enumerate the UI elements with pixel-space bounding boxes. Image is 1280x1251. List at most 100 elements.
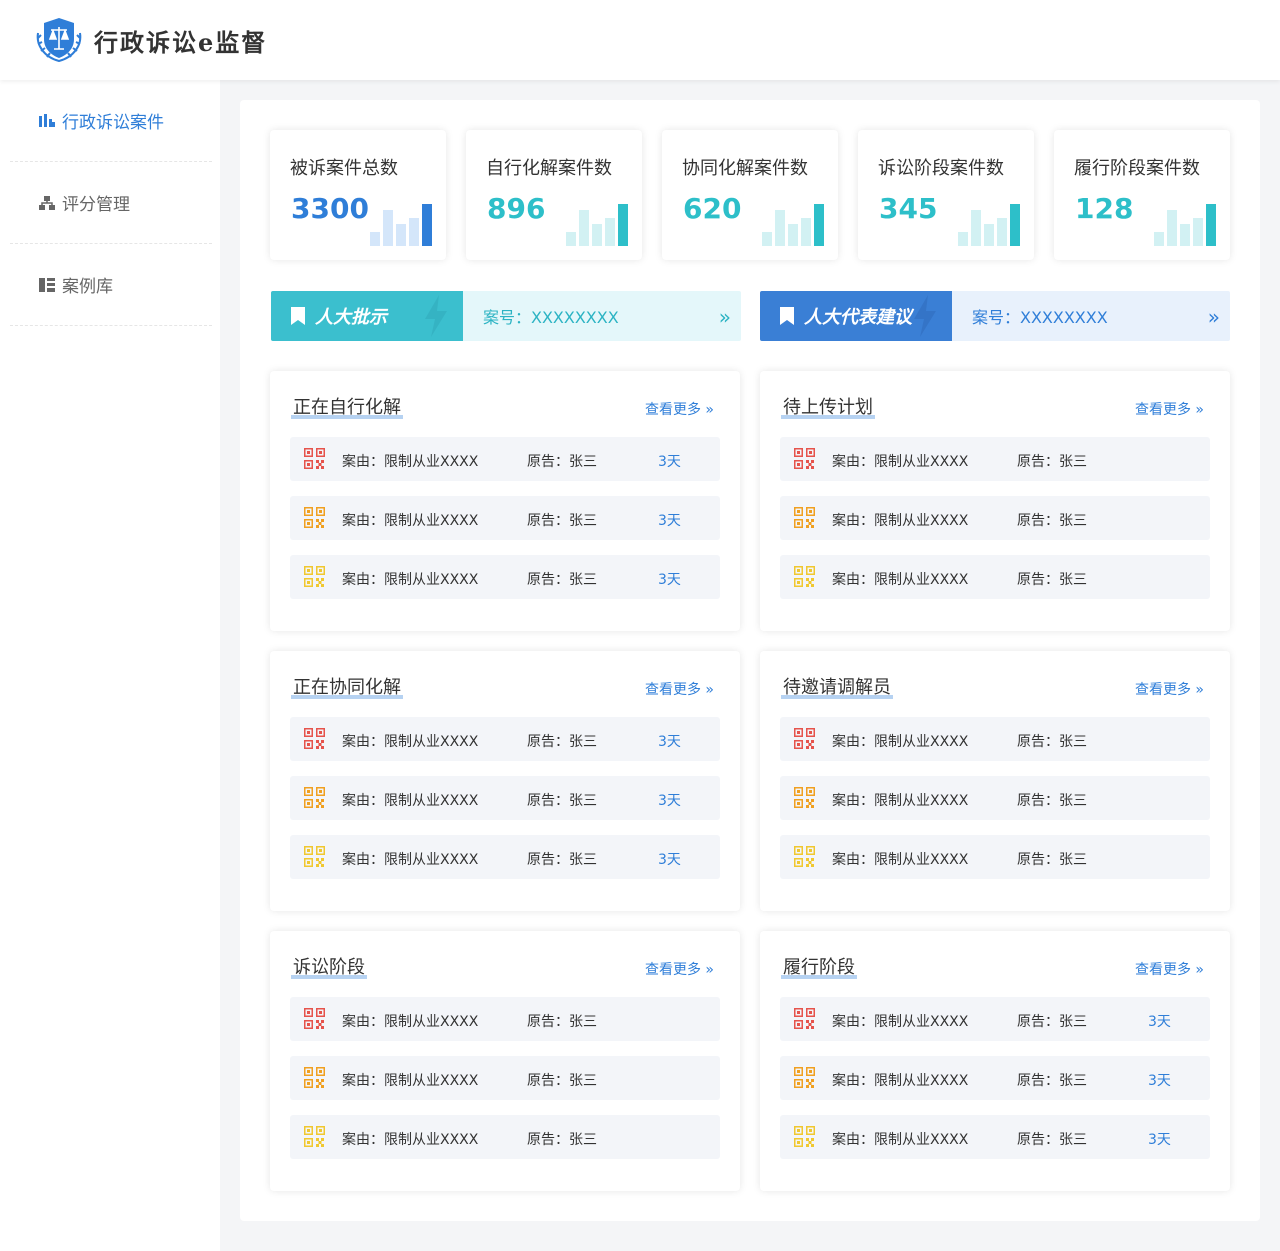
list-item[interactable]: 案由：限制从业XXXX 原告：张三 [780, 437, 1210, 481]
shield-scales-icon [32, 15, 86, 65]
qr-code-icon [304, 507, 325, 528]
list-item[interactable]: 案由：限制从业XXXX 原告：张三 [780, 835, 1210, 879]
list-item[interactable]: 案由：限制从业XXXX 原告：张三 [290, 997, 720, 1041]
panel-title: 待邀请调解员 [781, 673, 893, 699]
list-item[interactable]: 案由：限制从业XXXX 原告：张三 [290, 1056, 720, 1100]
list-item[interactable]: 案由：限制从业XXXX 原告：张三 3天 [290, 717, 720, 761]
days-remaining: 3天 [1148, 1073, 1171, 1089]
case-reason: 案由：限制从业XXXX [832, 793, 969, 809]
double-chevron-right-icon: » [700, 962, 714, 978]
view-more-link[interactable]: 查看更多 » [1135, 399, 1204, 419]
stat-card-co-resolved[interactable]: 协同化解案件数 620 [662, 130, 838, 260]
stat-card-enforcement[interactable]: 履行阶段案件数 128 [1054, 130, 1230, 260]
bookmark-icon [291, 307, 305, 325]
plaintiff: 原告：张三 [527, 852, 597, 868]
case-reason: 案由：限制从业XXXX [342, 1132, 479, 1148]
qr-code-icon [794, 1126, 815, 1147]
sidebar-item-case-library[interactable]: 案例库 [10, 244, 212, 326]
list-item[interactable]: 案由：限制从业XXXX 原告：张三 [780, 496, 1210, 540]
list-item[interactable]: 案由：限制从业XXXX 原告：张三 3天 [780, 1056, 1210, 1100]
list-item[interactable]: 案由：限制从业XXXX 原告：张三 3天 [290, 555, 720, 599]
plaintiff: 原告：张三 [1017, 793, 1087, 809]
list-item[interactable]: 案由：限制从业XXXX 原告：张三 [290, 1115, 720, 1159]
sidebar-item-scoring[interactable]: 评分管理 [10, 162, 212, 244]
main-content: 被诉案件总数 3300 自行化解案件数 896 协同化解案件数 620 诉讼阶段… [240, 100, 1260, 1221]
banner-tag: 人大批示 [271, 291, 463, 341]
stat-label: 履行阶段案件数 [1074, 158, 1200, 179]
qr-code-icon [304, 787, 325, 808]
banner-tag: 人大代表建议 [760, 291, 952, 341]
case-reason: 案由：限制从业XXXX [342, 793, 479, 809]
top-header: 行政诉讼e监督 [0, 0, 1280, 80]
double-chevron-right-icon: » [1190, 962, 1204, 978]
lightning-icon [914, 295, 936, 337]
stat-card-self-resolved[interactable]: 自行化解案件数 896 [466, 130, 642, 260]
lightning-icon [425, 295, 447, 337]
view-more-label: 查看更多 [644, 402, 701, 418]
list-item[interactable]: 案由：限制从业XXXX 原告：张三 [780, 555, 1210, 599]
sidebar-item-label: 评分管理 [62, 195, 130, 215]
stat-card-litigation[interactable]: 诉讼阶段案件数 345 [858, 130, 1034, 260]
list-item[interactable]: 案由：限制从业XXXX 原告：张三 3天 [780, 997, 1210, 1041]
days-remaining: 3天 [1148, 1132, 1171, 1148]
stat-label: 被诉案件总数 [290, 158, 398, 179]
plaintiff: 原告：张三 [1017, 852, 1087, 868]
qr-code-icon [304, 566, 325, 587]
bar-chart-icon [38, 112, 56, 130]
case-reason: 案由：限制从业XXXX [342, 454, 479, 470]
plaintiff: 原告：张三 [1017, 513, 1087, 529]
banner-tag-label: 人大代表建议 [804, 307, 912, 328]
view-more-label: 查看更多 [644, 682, 701, 698]
stat-value: 896 [487, 192, 546, 225]
case-reason: 案由：限制从业XXXX [342, 1014, 479, 1030]
case-reason: 案由：限制从业XXXX [832, 454, 969, 470]
days-remaining: 3天 [1148, 1014, 1171, 1030]
days-remaining: 3天 [658, 852, 681, 868]
stat-value: 345 [879, 192, 938, 225]
case-reason: 案由：限制从业XXXX [342, 572, 479, 588]
list-item[interactable]: 案由：限制从业XXXX 原告：张三 3天 [290, 776, 720, 820]
plaintiff: 原告：张三 [527, 572, 597, 588]
view-more-link[interactable]: 查看更多 » [645, 679, 714, 699]
bar-chart-icon [566, 204, 628, 246]
double-chevron-right-icon[interactable]: » [1208, 305, 1220, 329]
banner-npc-suggestion[interactable]: 人大代表建议 案号：XXXXXXXX » [760, 291, 1230, 341]
double-chevron-right-icon: » [1190, 402, 1204, 418]
case-number: 案号：XXXXXXXX [483, 308, 619, 327]
qr-code-icon [794, 787, 815, 808]
qr-code-icon [304, 1126, 325, 1147]
view-more-link[interactable]: 查看更多 » [1135, 679, 1204, 699]
qr-code-icon [304, 1067, 325, 1088]
case-reason: 案由：限制从业XXXX [832, 1073, 969, 1089]
days-remaining: 3天 [658, 734, 681, 750]
bar-chart-icon [762, 204, 824, 246]
list-item[interactable]: 案由：限制从业XXXX 原告：张三 3天 [290, 835, 720, 879]
plaintiff: 原告：张三 [527, 1073, 597, 1089]
list-item[interactable]: 案由：限制从业XXXX 原告：张三 [780, 776, 1210, 820]
panel-title: 履行阶段 [781, 953, 857, 979]
view-more-link[interactable]: 查看更多 » [645, 399, 714, 419]
list-item[interactable]: 案由：限制从业XXXX 原告：张三 [780, 717, 1210, 761]
list-item[interactable]: 案由：限制从业XXXX 原告：张三 3天 [290, 437, 720, 481]
qr-code-icon [794, 448, 815, 469]
banner-npc-instruction[interactable]: 人大批示 案号：XXXXXXXX » [271, 291, 741, 341]
list-item[interactable]: 案由：限制从业XXXX 原告：张三 3天 [780, 1115, 1210, 1159]
qr-code-icon [794, 728, 815, 749]
case-panel: 待邀请调解员 查看更多 » 案由：限制从业XXXX 原告：张三 案由：限制从业XXXX 原… [760, 651, 1230, 911]
view-more-link[interactable]: 查看更多 » [1135, 959, 1204, 979]
days-remaining: 3天 [658, 513, 681, 529]
case-reason: 案由：限制从业XXXX [832, 513, 969, 529]
double-chevron-right-icon: » [700, 682, 714, 698]
plaintiff: 原告：张三 [527, 734, 597, 750]
panel-title: 诉讼阶段 [291, 953, 367, 979]
days-remaining: 3天 [658, 793, 681, 809]
double-chevron-right-icon[interactable]: » [719, 305, 731, 329]
sidebar-item-cases[interactable]: 行政诉讼案件 [10, 80, 212, 162]
view-more-link[interactable]: 查看更多 » [645, 959, 714, 979]
stat-card-total[interactable]: 被诉案件总数 3300 [270, 130, 446, 260]
case-reason: 案由：限制从业XXXX [342, 852, 479, 868]
list-item[interactable]: 案由：限制从业XXXX 原告：张三 3天 [290, 496, 720, 540]
case-reason: 案由：限制从业XXXX [342, 513, 479, 529]
qr-code-icon [304, 846, 325, 867]
panel-title: 正在协同化解 [291, 673, 403, 699]
